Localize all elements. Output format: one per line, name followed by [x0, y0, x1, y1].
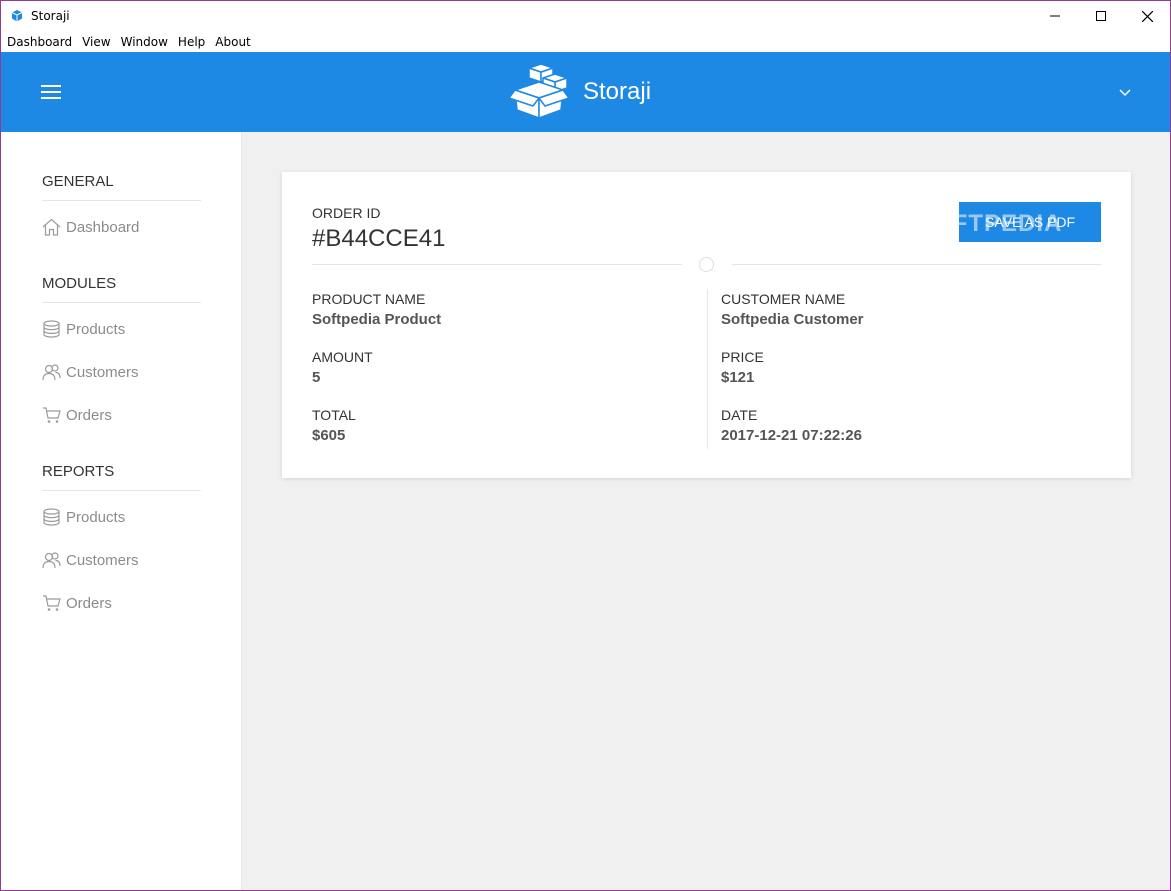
order-id-value: #B44CCE41 — [312, 225, 446, 252]
close-button[interactable] — [1124, 1, 1170, 31]
field-date: DATE 2017-12-21 07:22:26 — [721, 407, 862, 444]
field-product-name: PRODUCT NAME Softpedia Product — [312, 291, 441, 328]
field-value: Softpedia Product — [312, 311, 442, 328]
maximize-button[interactable] — [1078, 1, 1124, 31]
column-divider — [707, 289, 708, 449]
boxes-logo-icon — [508, 64, 570, 119]
users-icon — [42, 552, 61, 569]
divider — [312, 264, 682, 265]
sidebar-item-products[interactable]: Products — [42, 320, 125, 338]
sidebar-item-dashboard[interactable]: Dashboard — [42, 218, 139, 236]
menu-dashboard[interactable]: Dashboard — [7, 35, 72, 49]
section-modules-title: MODULES — [42, 275, 201, 303]
order-id-label: ORDER ID — [312, 205, 381, 221]
main-content: ORDER ID #B44CCE41 SAVE AS PDF SOFTPEDIA… — [242, 132, 1170, 890]
field-label: PRODUCT NAME — [312, 291, 426, 307]
cart-icon — [43, 595, 61, 611]
field-label: CUSTOMER NAME — [721, 291, 846, 307]
sidebar-item-customers[interactable]: Customers — [42, 363, 139, 381]
field-amount: AMOUNT 5 — [312, 349, 373, 386]
field-label: DATE — [721, 407, 758, 423]
menu-help[interactable]: Help — [178, 35, 205, 49]
title-bar: Storaji — [1, 1, 1170, 31]
menu-window[interactable]: Window — [121, 35, 168, 49]
field-customer-name: CUSTOMER NAME Softpedia Customer — [721, 291, 864, 328]
brand-name: Storaji — [583, 78, 652, 105]
section-general-title: GENERAL — [42, 173, 201, 201]
minimize-button[interactable] — [1032, 1, 1078, 31]
sidebar-item-label: Dashboard — [66, 218, 140, 236]
field-value: $605 — [312, 427, 346, 444]
sidebar-item-label: Customers — [66, 363, 139, 381]
maximize-icon — [1096, 11, 1106, 21]
field-value: 2017-12-21 07:22:26 — [721, 427, 862, 444]
section-reports-title: REPORTS — [42, 463, 201, 491]
field-label: PRICE — [721, 349, 764, 365]
sidebar: GENERAL Dashboard MODULES Products Custo… — [1, 132, 242, 890]
sidebar-item-label: Products — [66, 320, 126, 338]
home-icon — [42, 218, 61, 236]
field-value: $121 — [721, 369, 755, 386]
database-icon — [43, 508, 60, 526]
close-icon — [1141, 10, 1153, 22]
order-detail-card: ORDER ID #B44CCE41 SAVE AS PDF SOFTPEDIA… — [282, 172, 1131, 478]
users-icon — [42, 364, 61, 381]
cart-icon — [43, 407, 61, 423]
sidebar-item-report-products[interactable]: Products — [42, 508, 125, 526]
sidebar-item-label: Orders — [66, 594, 112, 612]
chevron-down-icon[interactable] — [1118, 85, 1132, 99]
menu-about[interactable]: About — [215, 35, 250, 49]
save-as-pdf-button[interactable]: SAVE AS PDF — [959, 202, 1101, 242]
sidebar-item-report-customers[interactable]: Customers — [42, 551, 139, 569]
sidebar-item-report-orders[interactable]: Orders — [42, 594, 112, 612]
database-icon — [43, 320, 60, 338]
sidebar-item-orders[interactable]: Orders — [42, 406, 112, 424]
field-value: Softpedia Customer — [721, 311, 864, 328]
field-price: PRICE $121 — [721, 349, 764, 386]
field-value: 5 — [312, 369, 321, 386]
field-label: TOTAL — [312, 407, 356, 423]
minimize-icon — [1050, 15, 1060, 17]
app-icon — [9, 8, 25, 24]
divider-circle-icon — [699, 257, 714, 272]
menu-toggle-icon[interactable] — [41, 85, 61, 99]
brand: Storaji — [507, 64, 651, 120]
menu-view[interactable]: View — [82, 35, 110, 49]
app-header: Storaji — [1, 52, 1170, 132]
field-total: TOTAL $605 — [312, 407, 356, 444]
sidebar-item-label: Orders — [66, 406, 112, 424]
sidebar-item-label: Customers — [66, 551, 139, 569]
field-label: AMOUNT — [312, 349, 373, 365]
window-title: Storaji — [31, 9, 70, 23]
divider — [732, 264, 1101, 265]
sidebar-item-label: Products — [66, 508, 126, 526]
menu-bar: Dashboard View Window Help About — [1, 31, 1170, 52]
app-window: Storaji Dashboard View Window Help About — [0, 0, 1171, 891]
